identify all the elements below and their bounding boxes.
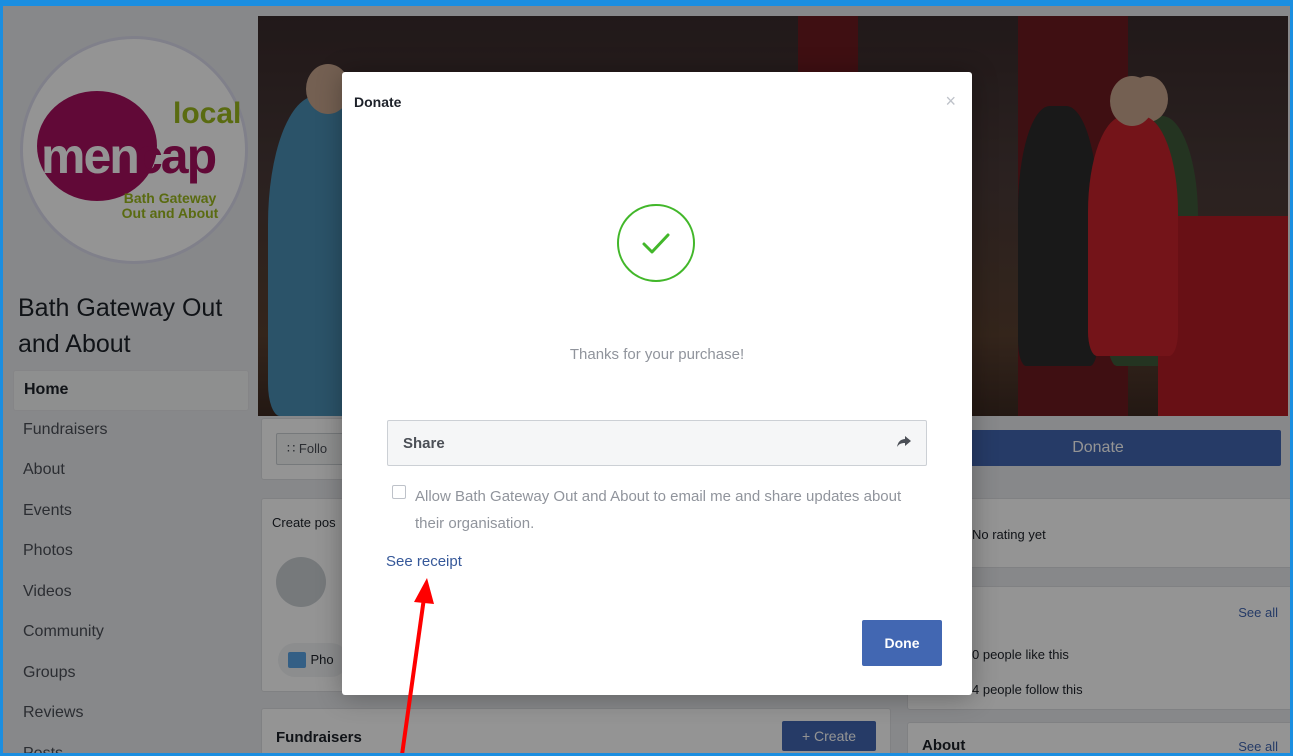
thanks-message: Thanks for your purchase! — [569, 346, 745, 363]
checkmark-circle-icon — [617, 204, 695, 282]
donate-dialog: Donate × Thanks for your purchase! Share… — [342, 72, 972, 695]
browser-frame: local men cap Bath Gateway Out and About… — [0, 0, 1293, 756]
close-icon[interactable]: × — [945, 92, 956, 110]
share-button[interactable]: Share — [387, 420, 927, 466]
share-label: Share — [403, 435, 445, 452]
share-arrow-icon — [897, 436, 911, 447]
dialog-title: Donate — [354, 94, 402, 110]
checkmark-icon — [642, 233, 670, 254]
done-button[interactable]: Done — [862, 620, 942, 666]
see-receipt-link[interactable]: See receipt — [386, 553, 462, 570]
email-consent-label: Allow Bath Gateway Out and About to emai… — [415, 488, 902, 532]
email-consent-checkbox[interactable] — [392, 485, 406, 499]
